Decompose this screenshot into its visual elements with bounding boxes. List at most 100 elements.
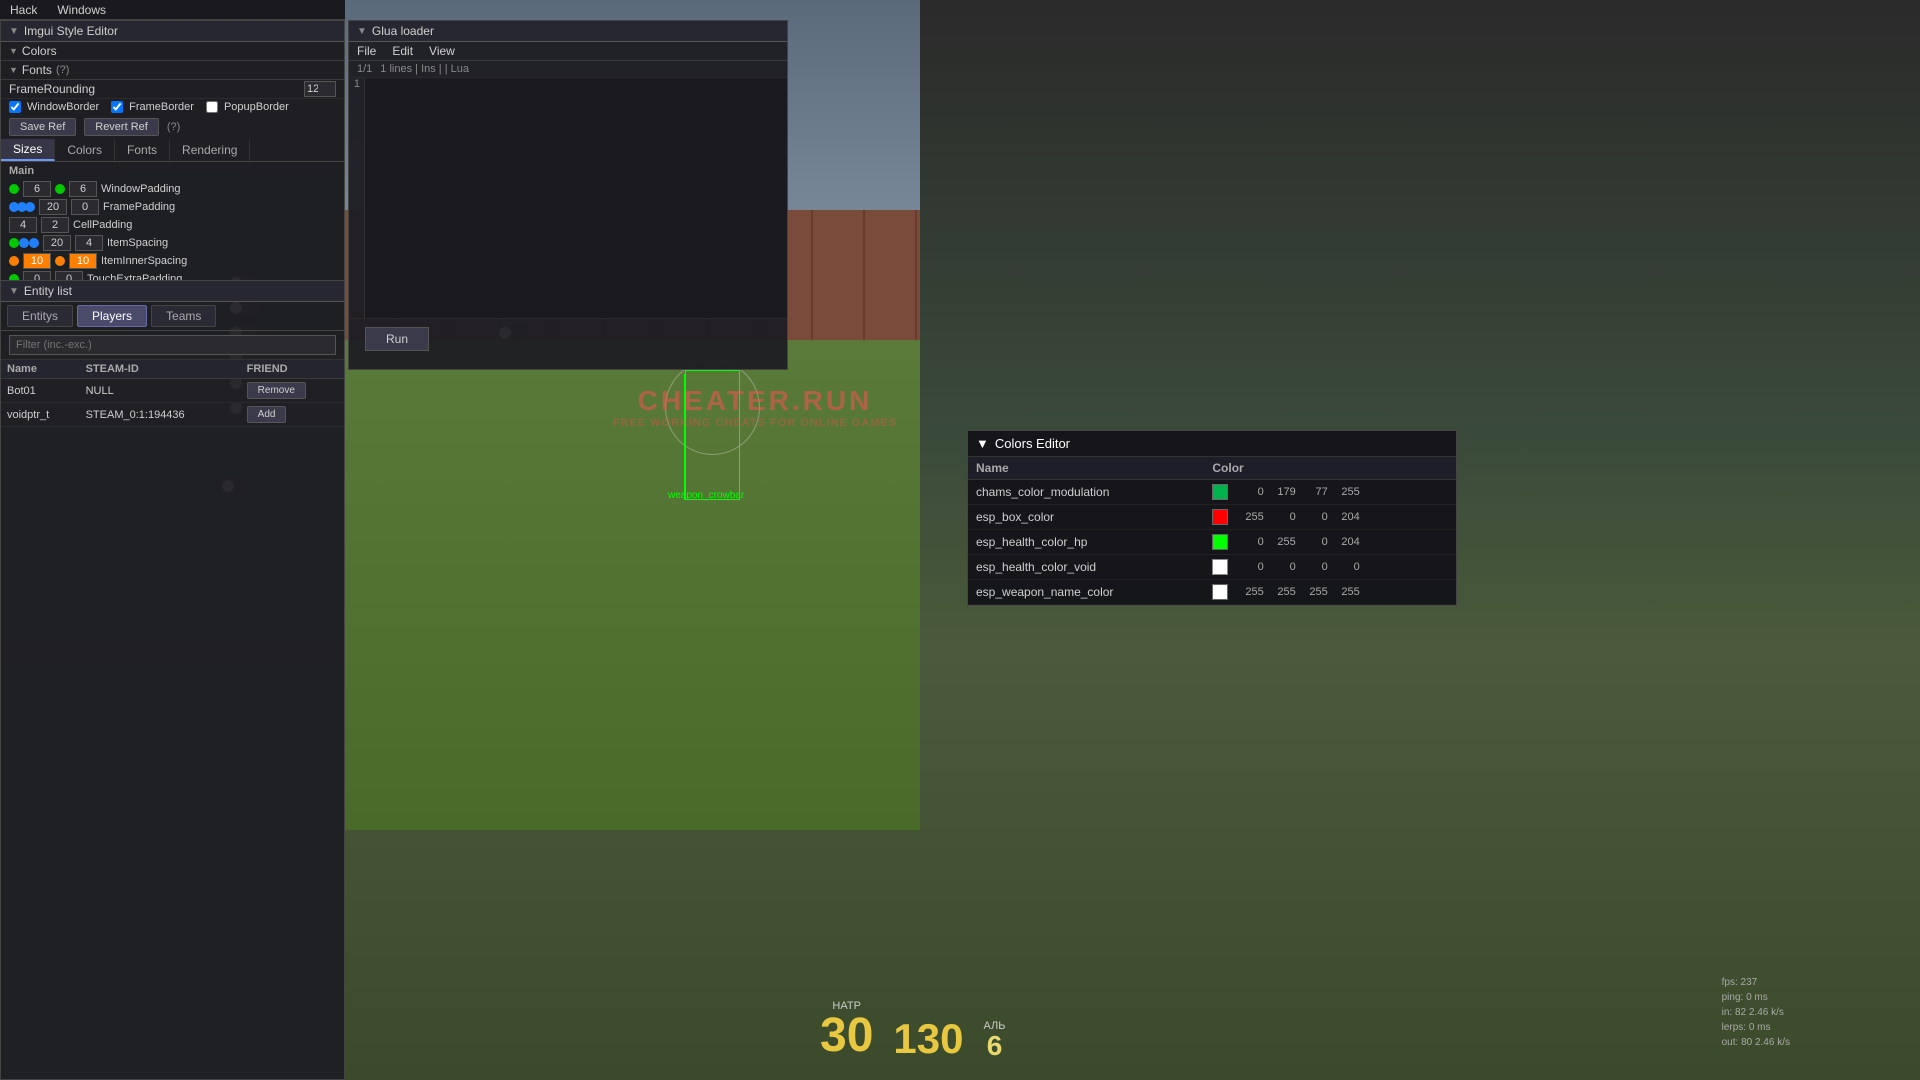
hud-alt-ammo: 6 xyxy=(983,1032,1005,1060)
color-name-2: esp_health_color_hp xyxy=(968,530,1204,555)
tab-fonts[interactable]: Fonts xyxy=(115,139,170,161)
val9[interactable]: 10 xyxy=(23,253,51,269)
colors-label[interactable]: Colors xyxy=(22,44,57,58)
entity-list-arrow[interactable]: ▼ xyxy=(9,286,19,297)
style-editor-title: ▼ Imgui Style Editor xyxy=(1,21,344,42)
color-val-2[interactable]: 0 255 0 204 xyxy=(1204,530,1456,555)
val2[interactable]: 6 xyxy=(69,181,97,197)
color-val-0[interactable]: 0 179 77 255 xyxy=(1204,480,1456,505)
frame-rounding-label: FrameRounding xyxy=(9,82,95,96)
window-border-check[interactable] xyxy=(9,101,21,113)
dot6 xyxy=(9,238,19,248)
entity-tabs: Entitys Players Teams xyxy=(1,302,344,331)
val10[interactable]: 10 xyxy=(69,253,97,269)
watermark: CHEATER.RUN FREE WORKING CHEATS FOR ONLI… xyxy=(580,385,930,429)
table-row: Bot01 NULL Remove xyxy=(1,379,344,403)
color-swatch-1[interactable] xyxy=(1212,509,1228,525)
tab-sizes[interactable]: Sizes xyxy=(1,139,55,161)
glua-file[interactable]: File xyxy=(357,44,376,58)
color-row-3: esp_health_color_void 0 0 0 0 xyxy=(968,555,1456,580)
run-button[interactable]: Run xyxy=(365,327,429,351)
player-action-1: Add xyxy=(241,403,344,427)
cell-padding-row: 4 2 CellPadding xyxy=(1,216,344,234)
color-name-4: esp_weapon_name_color xyxy=(968,580,1204,605)
glua-loader-title: ▼ Glua loader xyxy=(349,21,787,42)
val5[interactable]: 4 xyxy=(9,217,37,233)
esp-label: weapon_crowbar xyxy=(668,490,744,501)
fonts-subheader: ▼ Fonts (?) xyxy=(1,61,344,80)
color-swatch-3[interactable] xyxy=(1212,559,1228,575)
color-swatch-0[interactable] xyxy=(1212,484,1228,500)
frame-border-check[interactable] xyxy=(111,101,123,113)
color-swatch-4[interactable] xyxy=(1212,584,1228,600)
tab-teams[interactable]: Teams xyxy=(151,305,216,327)
val8[interactable]: 4 xyxy=(75,235,103,251)
popup-border-check[interactable] xyxy=(206,101,218,113)
revert-ref-button[interactable]: Revert Ref xyxy=(84,118,159,136)
colors-table: Name Color chams_color_modulation 0 179 … xyxy=(968,457,1456,605)
ref-buttons-row: Save Ref Revert Ref (?) xyxy=(1,115,344,139)
glua-arrow[interactable]: ▼ xyxy=(357,26,367,37)
player-steamid-1: STEAM_0:1:194436 xyxy=(80,403,241,427)
watermark-text: CHEATER.RUN xyxy=(580,385,930,417)
glua-menubar: File Edit View xyxy=(349,42,787,61)
col-steam-id: STEAM-ID xyxy=(80,360,241,379)
glua-edit[interactable]: Edit xyxy=(392,44,413,58)
tab-colors[interactable]: Colors xyxy=(55,139,115,161)
save-ref-button[interactable]: Save Ref xyxy=(9,118,76,136)
dot9 xyxy=(9,256,19,266)
player-name-1: voidptr_t xyxy=(1,403,80,427)
color-swatch-2[interactable] xyxy=(1212,534,1228,550)
color-val-3[interactable]: 0 0 0 0 xyxy=(1204,555,1456,580)
colors-editor-arrow[interactable]: ▼ xyxy=(976,436,989,451)
item-spacing-row: 20 4 ItemSpacing xyxy=(1,234,344,252)
filter-input[interactable] xyxy=(9,335,336,355)
code-editor[interactable] xyxy=(365,78,787,318)
val6[interactable]: 2 xyxy=(41,217,69,233)
tab-rendering[interactable]: Rendering xyxy=(170,139,250,161)
fonts-label[interactable]: Fonts xyxy=(22,63,52,77)
val3[interactable]: 20 xyxy=(39,199,67,215)
colors-editor-title: ▼ Colors Editor xyxy=(968,431,1456,457)
val4[interactable]: 0 xyxy=(71,199,99,215)
glua-loader-panel: ▼ Glua loader File Edit View 1/1 1 lines… xyxy=(348,20,788,370)
tab-players[interactable]: Players xyxy=(77,305,147,327)
remove-button-0[interactable]: Remove xyxy=(247,382,306,399)
color-val-4[interactable]: 255 255 255 255 xyxy=(1204,580,1456,605)
colors-arrow: ▼ xyxy=(9,46,18,56)
col-color-header: Color xyxy=(1204,457,1456,480)
dot10 xyxy=(55,256,65,266)
watermark-sub: FREE WORKING CHEATS FOR ONLINE GAMES xyxy=(580,417,930,429)
fonts-arrow: ▼ xyxy=(9,65,18,75)
main-section-label: Main xyxy=(1,162,344,180)
entity-list-panel: ▼ Entity list Entitys Players Teams Name… xyxy=(0,280,345,1080)
frame-border-label: FrameBorder xyxy=(129,101,194,113)
frame-padding-row: 20 0 FramePadding xyxy=(1,198,344,216)
color-val-1[interactable]: 255 0 0 204 xyxy=(1204,505,1456,530)
frame-padding-label: FramePadding xyxy=(103,201,175,213)
color-name-0: chams_color_modulation xyxy=(968,480,1204,505)
frame-rounding-row: FrameRounding xyxy=(1,80,344,99)
popup-border-label: PopupBorder xyxy=(224,101,289,113)
player-steamid-0: NULL xyxy=(80,379,241,403)
tab-entitys[interactable]: Entitys xyxy=(7,305,73,327)
line-status: 1 lines | Ins | | Lua xyxy=(380,63,469,75)
collapse-arrow[interactable]: ▼ xyxy=(9,26,19,37)
filter-row xyxy=(1,331,344,360)
color-name-3: esp_health_color_void xyxy=(968,555,1204,580)
val1[interactable]: 6 xyxy=(23,181,51,197)
val7[interactable]: 20 xyxy=(43,235,71,251)
window-padding-label: WindowPadding xyxy=(101,183,181,195)
menu-windows[interactable]: Windows xyxy=(57,3,106,17)
color-row-4: esp_weapon_name_color 255 255 255 255 xyxy=(968,580,1456,605)
dot2 xyxy=(55,184,65,194)
add-button-1[interactable]: Add xyxy=(247,406,287,423)
menu-hack[interactable]: Hack xyxy=(10,3,37,17)
dot8 xyxy=(29,238,39,248)
item-inner-spacing-label: ItemInnerSpacing xyxy=(101,255,187,267)
entity-list-title: ▼ Entity list xyxy=(1,281,344,302)
cell-padding-label: CellPadding xyxy=(73,219,132,231)
frame-rounding-input[interactable] xyxy=(304,81,336,97)
fonts-help: (?) xyxy=(56,64,69,76)
glua-view[interactable]: View xyxy=(429,44,455,58)
